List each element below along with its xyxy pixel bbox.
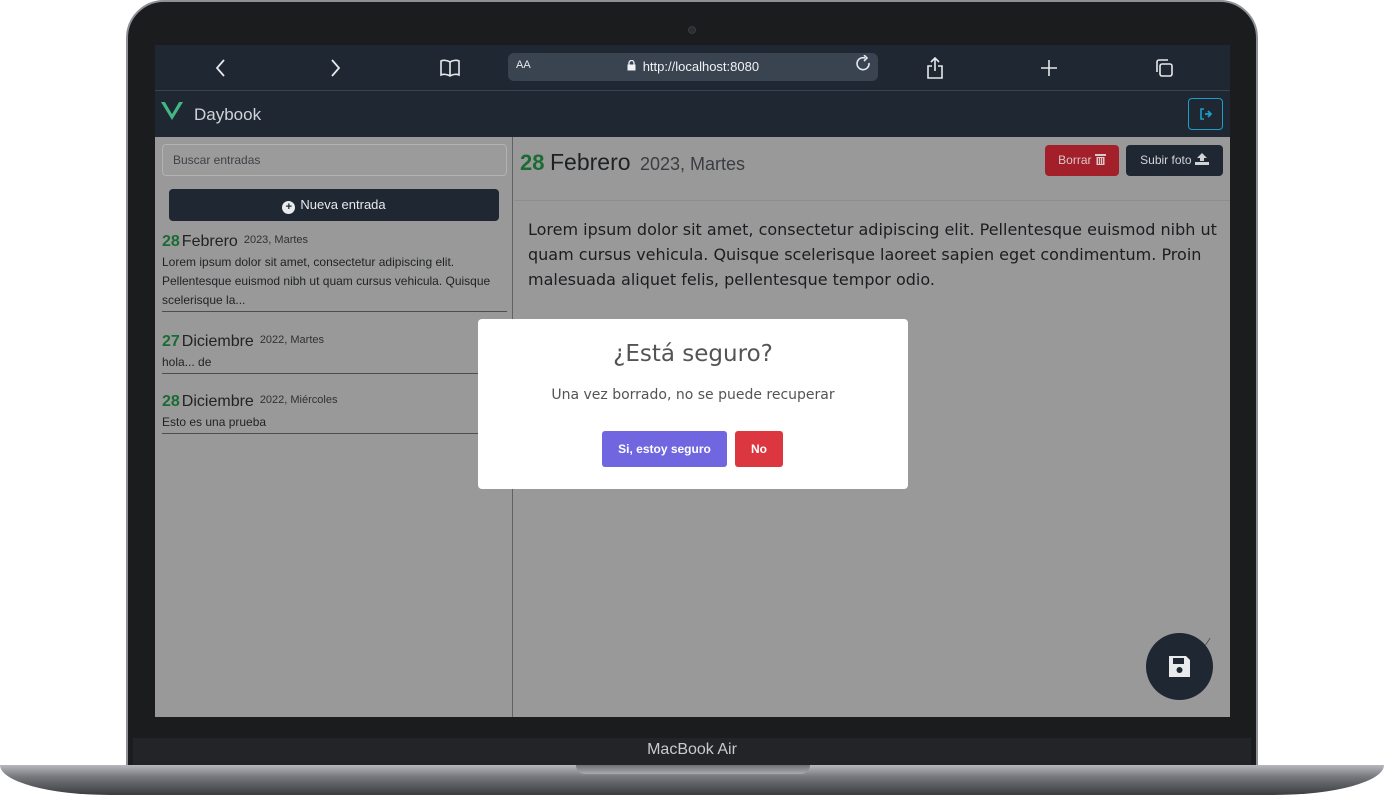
cancel-button[interactable]: No xyxy=(735,431,783,467)
entry-year-weekday: 2022, Miércoles xyxy=(259,394,338,406)
list-item[interactable]: 28 Febrero 2023, Martes Lorem ipsum dolor … xyxy=(162,233,507,312)
entry-day: 28 xyxy=(162,393,180,410)
tabs-icon[interactable] xyxy=(1150,55,1178,81)
sign-out-icon xyxy=(1199,108,1212,120)
search-input[interactable]: Buscar entradas xyxy=(162,144,507,176)
entry-year-weekday: 2023, Martes xyxy=(243,234,309,246)
back-icon[interactable] xyxy=(207,55,235,81)
vue-logo-icon xyxy=(161,102,183,120)
forward-icon[interactable] xyxy=(321,55,349,81)
entry-preview: hola... de xyxy=(162,355,212,369)
upload-label: Subir foto xyxy=(1140,153,1192,167)
dialog-text: Una vez borrado, no se puede recuperar xyxy=(551,387,835,403)
entry-month: Diciembre xyxy=(181,333,254,350)
upload-icon xyxy=(1194,153,1209,165)
new-entry-button[interactable]: + Nueva entrada xyxy=(169,189,499,221)
entry-header: 28 Febrero 2023, Martes Borrar Subir fot… xyxy=(514,137,1230,201)
upload-photo-button[interactable]: Subir foto xyxy=(1126,145,1223,176)
logout-button[interactable] xyxy=(1188,98,1223,130)
url-text: http://localhost:8080 xyxy=(642,59,760,74)
browser-toolbar: AA http://localhost:8080 xyxy=(155,45,1230,91)
lock-icon xyxy=(627,59,639,74)
entry-day: 28 xyxy=(162,233,180,250)
entry-view-day: 28 xyxy=(520,150,545,175)
share-icon[interactable] xyxy=(921,55,949,81)
resize-grip-icon[interactable]: ⁄ xyxy=(1207,637,1209,648)
app-navbar: Daybook xyxy=(155,91,1230,137)
entry-month: Diciembre xyxy=(181,393,254,410)
entry-view-month: Febrero xyxy=(550,149,631,175)
dialog-title: ¿Está seguro? xyxy=(613,341,773,367)
entry-day: 27 xyxy=(162,333,180,350)
laptop-hinge xyxy=(576,765,810,774)
list-item[interactable]: 28 Diciembre 2022, Miércoles Esto es una p… xyxy=(162,393,507,434)
brand-name[interactable]: Daybook xyxy=(194,105,261,125)
floppy-disk-icon xyxy=(1169,656,1190,677)
reload-icon[interactable] xyxy=(856,54,872,78)
list-item[interactable]: 27 Diciembre 2022, Martes hola... de xyxy=(162,333,507,374)
confirm-dialog: ¿Está seguro? Una vez borrado, no se pue… xyxy=(478,319,908,489)
entry-preview: Lorem ipsum dolor sit amet, consectetur … xyxy=(162,255,491,307)
delete-button[interactable]: Borrar xyxy=(1045,145,1119,176)
entry-textarea[interactable]: Lorem ipsum dolor sit amet, consectetur … xyxy=(528,217,1218,292)
delete-label: Borrar xyxy=(1058,153,1092,167)
entry-preview: Esto es una prueba xyxy=(162,415,267,429)
trash-icon xyxy=(1094,154,1106,165)
entry-view-year-weekday: 2023, Martes xyxy=(640,154,746,174)
entry-year-weekday: 2022, Martes xyxy=(259,334,325,346)
new-tab-icon[interactable] xyxy=(1035,55,1063,81)
address-bar[interactable]: AA http://localhost:8080 xyxy=(508,53,878,81)
bookmarks-icon[interactable] xyxy=(436,55,464,81)
entry-month: Febrero xyxy=(181,233,238,250)
entry-list-sidebar: Buscar entradas + Nueva entrada 28 Febrero… xyxy=(155,137,513,717)
save-button[interactable] xyxy=(1146,633,1213,700)
plus-circle-icon: + xyxy=(282,201,296,214)
camera-icon xyxy=(688,26,696,34)
new-entry-label: Nueva entrada xyxy=(300,197,386,212)
confirm-button[interactable]: Si, estoy seguro xyxy=(602,431,727,467)
device-label: MacBook Air xyxy=(647,741,737,758)
